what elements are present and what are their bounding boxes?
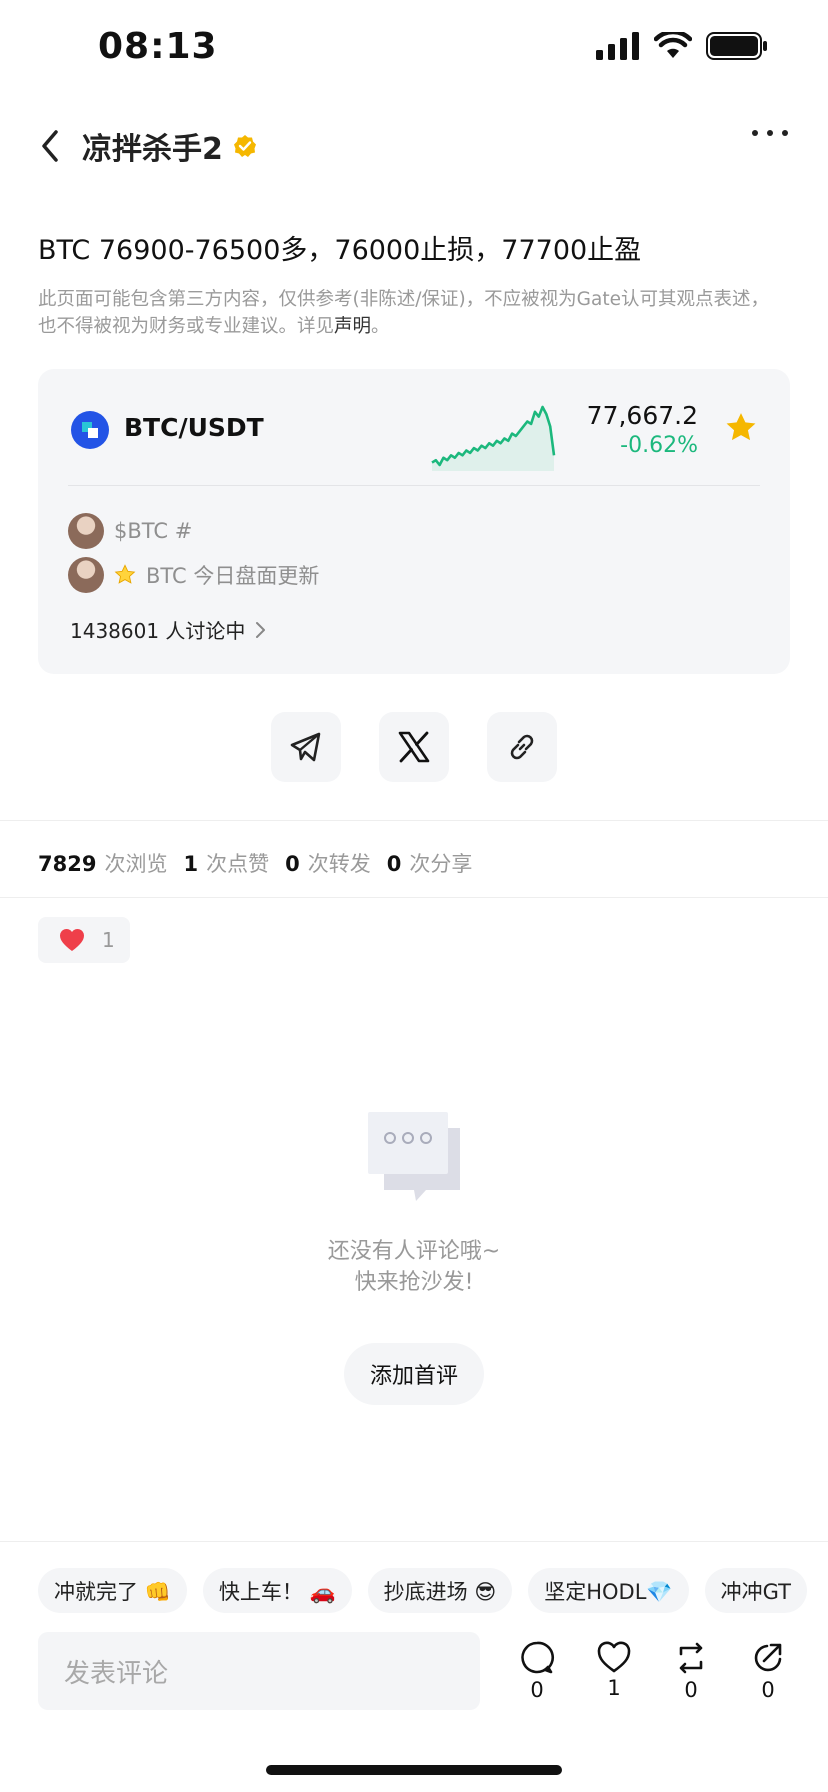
likes-count: 1 <box>183 852 199 876</box>
comment-icon <box>521 1641 555 1674</box>
repost-icon <box>679 1642 703 1674</box>
share-icon <box>754 1643 782 1672</box>
heart-icon <box>59 928 85 951</box>
link-icon <box>510 734 534 760</box>
battery-icon <box>706 32 767 60</box>
like-count: 1 <box>607 1676 621 1700</box>
signal-icon <box>596 32 639 60</box>
home-indicator <box>266 1765 562 1775</box>
topic-text: BTC 今日盘面更新 <box>146 564 320 588</box>
disclaimer: 此页面可能包含第三方内容，仅供参考(非陈述/保证)，不应被视为Gate认可其观点… <box>38 286 778 340</box>
bottom-divider <box>0 1541 828 1542</box>
repost-action[interactable]: 0 <box>661 1640 721 1702</box>
verified-badge-icon <box>233 135 256 157</box>
empty-comments-text: 还没有人评论哦~ 快来抢沙发! <box>0 1236 828 1298</box>
btc-coin-icon <box>71 411 109 449</box>
shares-count: 0 <box>386 852 402 876</box>
status-time: 08:13 <box>98 26 218 67</box>
x-logo-icon <box>398 731 430 763</box>
like-action[interactable]: 1 <box>584 1640 644 1700</box>
divider <box>0 897 828 898</box>
x-share-button[interactable] <box>379 712 449 782</box>
quick-reply-chip[interactable]: 抄底进场 😎 <box>367 1568 513 1613</box>
status-icons <box>596 32 768 60</box>
star-emoji-icon <box>114 564 136 584</box>
author-name[interactable]: 凉拌杀手2 <box>82 124 223 168</box>
favorite-star-button[interactable] <box>724 411 758 449</box>
reaction-count: 1 <box>102 928 115 952</box>
repost-count: 0 <box>684 1678 698 1702</box>
divider <box>0 820 828 821</box>
discussion-link[interactable]: 1438601 人讨论中 <box>70 615 267 644</box>
price-sparkline <box>431 405 556 471</box>
avatar <box>68 513 104 549</box>
card-divider <box>68 485 760 486</box>
quick-reply-chip[interactable]: 冲就完了 👊 <box>38 1568 187 1613</box>
add-first-comment-button[interactable]: 添加首评 <box>344 1343 484 1405</box>
share-count: 0 <box>761 1678 775 1702</box>
disclaimer-text: 此页面可能包含第三方内容，仅供参考(非陈述/保证)，不应被视为Gate认可其观点… <box>38 289 769 337</box>
copy-link-button[interactable] <box>487 712 557 782</box>
post-title: BTC 76900-76500多，76000止损，77700止盈 <box>38 235 642 266</box>
disclaimer-end: 。 <box>371 316 390 337</box>
views-label: 次浏览 <box>104 852 168 876</box>
likes-label: 次点赞 <box>206 852 270 876</box>
back-button[interactable] <box>36 126 66 166</box>
comment-input[interactable]: 发表评论 <box>38 1632 480 1710</box>
more-options-button[interactable] <box>752 130 788 136</box>
heart-outline-icon <box>597 1641 631 1673</box>
empty-line-1: 还没有人评论哦~ <box>327 1239 501 1264</box>
price: 77,667.2 <box>586 401 698 430</box>
disclaimer-link[interactable]: 声明 <box>334 316 371 337</box>
discussion-count: 1438601 人讨论中 <box>70 619 246 643</box>
post-stats: 7829 次浏览 1 次点赞 0 次转发 0 次分享 <box>38 848 488 878</box>
reposts-label: 次转发 <box>307 852 371 876</box>
market-card[interactable]: BTC/USDT 77,667.2 -0.62% $BTC # BTC 今日盘面… <box>38 369 790 674</box>
topic-row[interactable]: BTC 今日盘面更新 <box>68 557 319 593</box>
trading-pair: BTC/USDT <box>124 413 264 442</box>
quick-replies: 冲就完了 👊 快上车！ 🚗 抄底进场 😎 坚定HODL💎 冲冲GT <box>38 1568 807 1613</box>
price-change: -0.62% <box>620 433 698 458</box>
share-action[interactable]: 0 <box>738 1640 798 1702</box>
telegram-share-button[interactable] <box>271 712 341 782</box>
heart-reaction-chip[interactable]: 1 <box>38 917 130 963</box>
quick-reply-chip[interactable]: 快上车！ 🚗 <box>202 1568 352 1613</box>
quick-reply-chip[interactable]: 坚定HODL💎 <box>528 1568 689 1613</box>
more-dot-icon <box>752 130 758 136</box>
quick-reply-chip[interactable]: 冲冲GT <box>704 1568 807 1613</box>
topic-row[interactable]: $BTC # <box>68 513 192 549</box>
chevron-right-icon <box>256 621 266 638</box>
star-icon <box>726 413 756 441</box>
wifi-icon <box>654 32 692 58</box>
comment-action[interactable]: 0 <box>507 1640 567 1702</box>
empty-comments-icon <box>368 1112 460 1201</box>
empty-line-2: 快来抢沙发! <box>354 1270 474 1295</box>
sparkline-area <box>432 407 554 471</box>
back-arrow-icon <box>42 130 58 162</box>
reposts-count: 0 <box>285 852 300 876</box>
topic-text: $BTC # <box>114 519 193 543</box>
shares-label: 次分享 <box>409 852 473 876</box>
avatar <box>68 557 104 593</box>
author-info[interactable]: 凉拌杀手2 <box>82 124 257 168</box>
more-dot-icon <box>782 130 788 136</box>
comment-count: 0 <box>530 1678 544 1702</box>
more-dot-icon <box>767 130 773 136</box>
telegram-icon <box>290 732 321 762</box>
views-count: 7829 <box>38 852 97 876</box>
